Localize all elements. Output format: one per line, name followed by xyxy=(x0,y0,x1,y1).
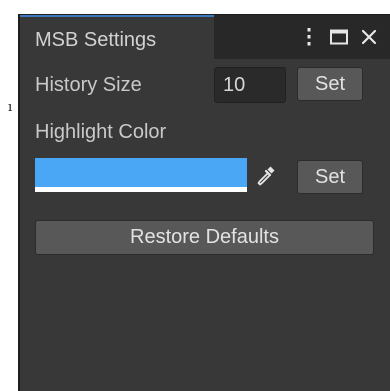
highlight-color-label: Highlight Color xyxy=(35,121,167,143)
history-size-input[interactable] xyxy=(214,67,286,103)
close-button[interactable] xyxy=(358,25,380,49)
maximize-button[interactable] xyxy=(328,25,350,49)
tab-msb-settings[interactable]: MSB Settings xyxy=(20,15,214,59)
highlight-set-button[interactable]: Set xyxy=(297,160,363,194)
history-set-button[interactable]: Set xyxy=(297,67,363,101)
history-size-label: History Size xyxy=(35,74,142,96)
maximize-icon xyxy=(330,29,348,45)
eyedropper-icon xyxy=(257,166,275,186)
restore-defaults-button[interactable]: Restore Defaults xyxy=(35,220,374,255)
tab-title: MSB Settings xyxy=(35,29,157,51)
stray-mark: ı xyxy=(8,100,13,115)
color-picker-button[interactable] xyxy=(255,162,277,188)
vertical-ellipsis-icon xyxy=(307,28,311,46)
close-icon xyxy=(361,29,377,45)
menu-button[interactable] xyxy=(298,25,320,49)
tab-actions xyxy=(298,15,380,59)
msb-settings-window: MSB Settings History Size 10 Set Highlig… xyxy=(18,14,390,391)
highlight-color-swatch[interactable] xyxy=(35,158,247,192)
tab-bar: MSB Settings xyxy=(20,15,390,59)
